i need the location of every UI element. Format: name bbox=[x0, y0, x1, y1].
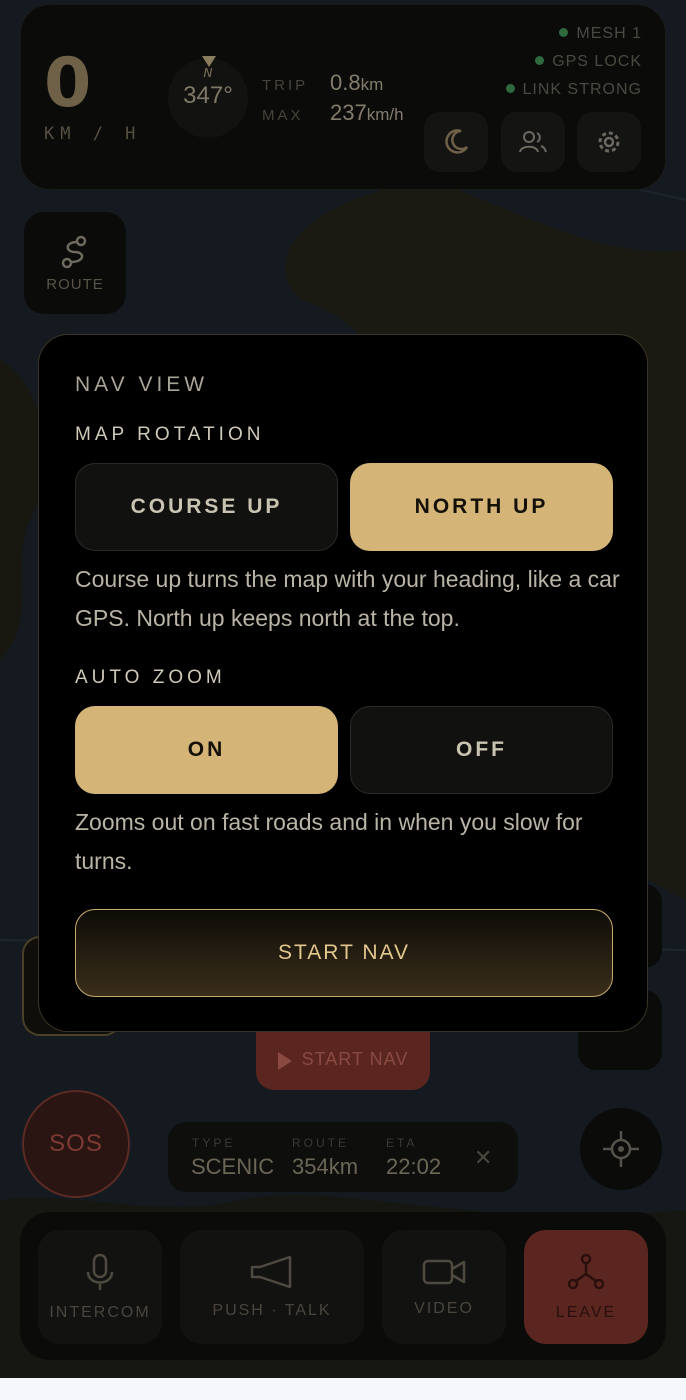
intercom-label: INTERCOM bbox=[49, 1304, 151, 1321]
trip-label: TRIP bbox=[262, 77, 309, 94]
course-up-option[interactable]: COURSE UP bbox=[75, 463, 338, 551]
north-up-option[interactable]: NORTH UP bbox=[350, 463, 613, 551]
max-unit: km/h bbox=[366, 105, 404, 124]
dialog-title: NAV VIEW bbox=[75, 373, 209, 396]
recenter-button[interactable] bbox=[580, 1108, 662, 1190]
eta-value: 22:02 bbox=[386, 1154, 442, 1179]
status-mesh: MESH 1 bbox=[559, 25, 642, 43]
leave-button[interactable]: LEAVE bbox=[524, 1230, 648, 1344]
auto-zoom-off-option[interactable]: OFF bbox=[350, 706, 613, 794]
trip-info-card: TYPE SCENIC ROUTE 354km ETA 22:02 ✕ bbox=[168, 1122, 518, 1192]
max-speed: 237km/h bbox=[330, 100, 404, 126]
video-camera-icon bbox=[422, 1259, 466, 1285]
max-value: 237 bbox=[330, 100, 367, 125]
night-mode-button[interactable] bbox=[424, 112, 488, 172]
type-value: SCENIC bbox=[191, 1154, 275, 1179]
group-icon bbox=[519, 131, 547, 153]
route-icon bbox=[61, 235, 87, 268]
crosshair-icon bbox=[603, 1131, 639, 1167]
auto-zoom-on-option[interactable]: ON bbox=[75, 706, 338, 794]
video-label: VIDEO bbox=[414, 1300, 474, 1317]
compass[interactable]: N 347° bbox=[168, 56, 248, 138]
speed-unit: KM / H bbox=[44, 124, 142, 144]
play-icon bbox=[277, 1052, 292, 1070]
gear-icon bbox=[598, 131, 620, 153]
close-icon[interactable]: ✕ bbox=[474, 1146, 492, 1171]
compass-north-label: N bbox=[203, 66, 213, 80]
route-distance: 354km bbox=[292, 1154, 359, 1179]
sos-button[interactable]: SOS bbox=[22, 1090, 130, 1198]
leave-label: LEAVE bbox=[555, 1304, 617, 1321]
route-button[interactable]: ROUTE bbox=[24, 212, 126, 314]
settings-button[interactable] bbox=[577, 112, 641, 172]
auto-zoom-label: AUTO ZOOM bbox=[75, 667, 226, 688]
background-start-nav-label: START NAV bbox=[301, 1049, 409, 1069]
share-network-icon bbox=[567, 1253, 605, 1290]
route-label: ROUTE bbox=[46, 275, 104, 293]
max-label: MAX bbox=[262, 107, 304, 124]
system-bottom-strip bbox=[0, 1378, 686, 1400]
route-label-small: ROUTE bbox=[292, 1136, 349, 1150]
status-gps: GPS LOCK bbox=[535, 53, 642, 71]
intercom-button[interactable]: INTERCOM bbox=[38, 1230, 162, 1344]
push-talk-label: PUSH · TALK bbox=[212, 1302, 332, 1319]
auto-zoom-description: Zooms out on fast roads and in when you … bbox=[75, 809, 583, 874]
nav-view-dialog: NAV VIEW MAP ROTATION COURSE UP NORTH UP… bbox=[38, 334, 648, 1032]
trip-distance: 0.8km bbox=[330, 70, 383, 96]
megaphone-icon bbox=[250, 1255, 292, 1289]
start-nav-button[interactable]: START NAV bbox=[75, 909, 613, 997]
trip-unit: km bbox=[360, 75, 384, 94]
group-button[interactable] bbox=[501, 112, 565, 172]
bottom-dock: INTERCOM PUSH · TALK VIDEO LEAVE bbox=[20, 1212, 666, 1360]
video-button[interactable]: VIDEO bbox=[382, 1230, 506, 1344]
map-rotation-description: Course up turns the map with your headin… bbox=[75, 566, 620, 631]
status-link: LINK STRONG bbox=[505, 81, 642, 99]
moon-icon bbox=[445, 129, 469, 154]
speed-readout: 0 bbox=[44, 44, 92, 123]
status-dot-icon bbox=[559, 28, 569, 37]
map-rotation-label: MAP ROTATION bbox=[75, 424, 265, 445]
eta-label: ETA bbox=[386, 1136, 418, 1150]
push-to-talk-button[interactable]: PUSH · TALK bbox=[180, 1230, 364, 1344]
status-dot-icon bbox=[535, 56, 545, 65]
trip-value: 0.8 bbox=[330, 70, 361, 95]
type-label: TYPE bbox=[192, 1136, 236, 1150]
microphone-icon bbox=[86, 1253, 114, 1290]
heading-readout: 347° bbox=[183, 82, 233, 109]
status-dot-icon bbox=[505, 84, 515, 93]
